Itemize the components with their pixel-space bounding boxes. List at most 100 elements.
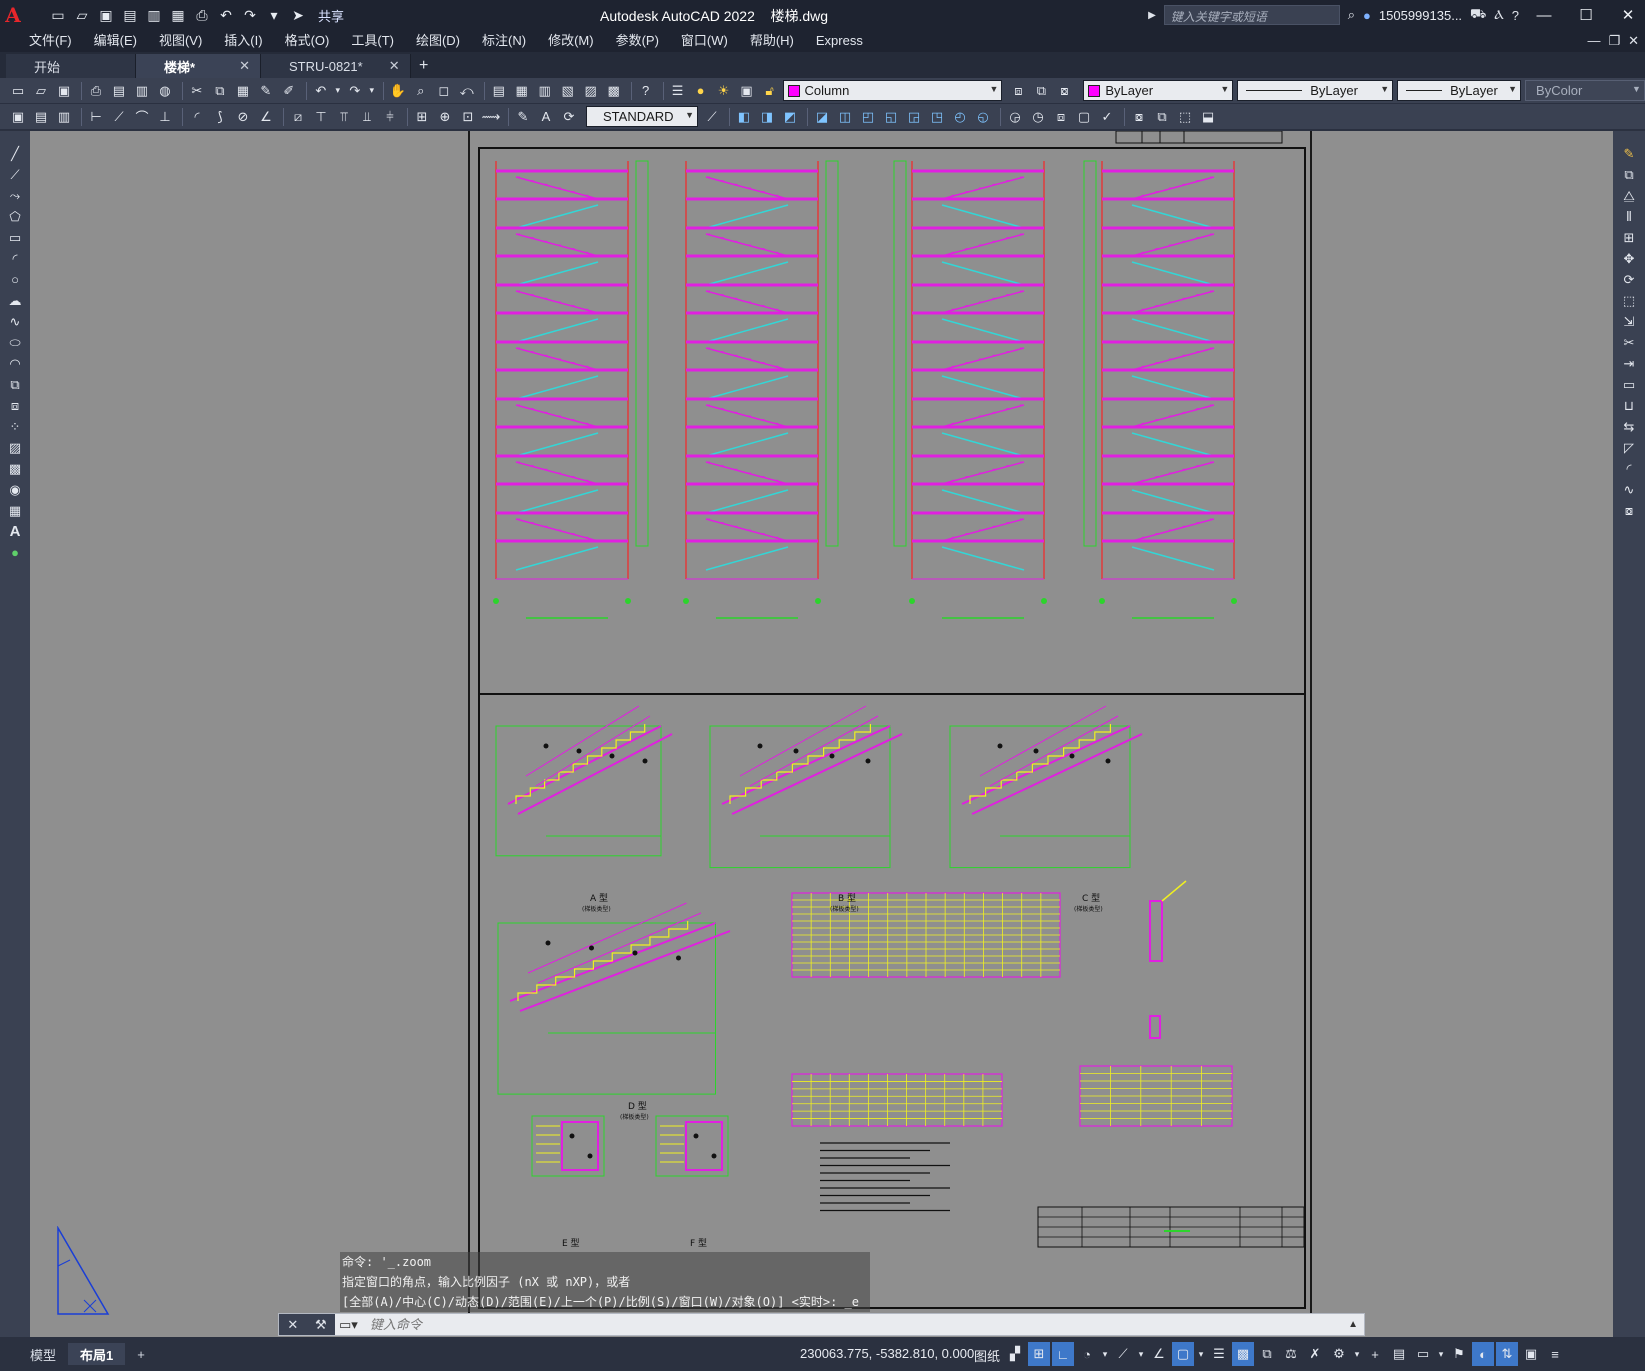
autodesk-a360-icon[interactable]: Ⲁ <box>1494 7 1503 23</box>
slice-icon[interactable]: ⧇ <box>1129 107 1149 127</box>
clean-screen-icon[interactable]: ⇅ <box>1496 1342 1518 1366</box>
shell-icon[interactable]: ▢ <box>1074 107 1094 127</box>
properties-icon[interactable]: ▤ <box>489 81 509 101</box>
insert-block-icon[interactable]: ⧉ <box>4 374 26 395</box>
fillet-icon[interactable]: ◜ <box>1618 458 1640 479</box>
table-icon[interactable]: ▦ <box>4 500 26 521</box>
undo-icon[interactable]: ↶ <box>216 5 236 25</box>
menu-file[interactable]: 文件(F) <box>18 30 83 52</box>
plot-icon[interactable]: ⎙ <box>86 81 106 101</box>
tab-stru[interactable]: STRU-0821* ✕ <box>261 54 411 78</box>
imprint-icon[interactable]: ◶ <box>1005 107 1025 127</box>
save-icon[interactable]: ▣ <box>96 5 116 25</box>
section-icon[interactable]: ⧉ <box>1152 107 1172 127</box>
hatch-icon[interactable]: ▨ <box>4 437 26 458</box>
arc-length-icon[interactable]: ⌒ <box>132 107 152 127</box>
adjust-space-icon[interactable]: ▣ <box>8 107 28 127</box>
zoom-realtime-icon[interactable]: ⌕ <box>411 81 431 101</box>
layer-lock-icon[interactable]: 🔓︎ <box>760 81 780 101</box>
chamfer-icon[interactable]: ◸ <box>1618 437 1640 458</box>
polar-dropdown-icon[interactable]: ▾ <box>1100 1342 1110 1366</box>
dim-style-icon[interactable]: ⟋ <box>702 107 722 127</box>
expand-arrow-icon[interactable]: ▶ <box>1148 10 1156 21</box>
search-icon[interactable]: ⌕ <box>1348 7 1355 23</box>
dim-break-icon[interactable]: ⫩ <box>380 107 400 127</box>
annotation-monitor-icon[interactable]: + <box>1364 1342 1386 1366</box>
tab-layout1[interactable]: 布局1 <box>68 1343 126 1365</box>
baseline-dim-icon[interactable]: ⊤ <box>311 107 331 127</box>
cart-icon[interactable]: ⛟ <box>1470 6 1486 24</box>
move-icon[interactable]: ✥ <box>1618 248 1640 269</box>
autocad-logo[interactable]: A <box>0 0 26 30</box>
quick-properties-dropdown-icon[interactable]: ▾ <box>1436 1342 1446 1366</box>
open-folder-icon[interactable]: ▱ <box>72 5 92 25</box>
snap-mode-icon[interactable]: ∟ <box>1052 1342 1074 1366</box>
color-faces-icon[interactable]: ◵ <box>973 107 993 127</box>
lineweight-icon[interactable]: ☰ <box>1208 1342 1230 1366</box>
menu-format[interactable]: 格式(O) <box>274 30 341 52</box>
object-snap-tracking-icon[interactable]: ∠ <box>1148 1342 1170 1366</box>
rotate-icon[interactable]: ⟳ <box>1618 269 1640 290</box>
recent-commands-icon[interactable]: ▭▾ <box>335 1317 362 1333</box>
polygon-icon[interactable]: ⬠ <box>4 206 26 227</box>
graphics-performance-icon[interactable]: ◐ <box>1472 1342 1494 1366</box>
tab-model[interactable]: 模型 <box>18 1343 68 1365</box>
menu-window[interactable]: 窗口(W) <box>670 30 739 52</box>
intersect-icon[interactable]: ◩ <box>780 107 800 127</box>
menu-help[interactable]: 帮助(H) <box>739 30 805 52</box>
share-button[interactable]: 共享 <box>318 6 344 25</box>
minimize-button[interactable]: — <box>1527 0 1561 30</box>
scale-icon[interactable]: ⬚ <box>1618 290 1640 311</box>
redo-icon[interactable]: ↷ <box>240 5 260 25</box>
menu-edit[interactable]: 编辑(E) <box>83 30 148 52</box>
text-style-dropdown[interactable]: STANDARD ▼ <box>586 106 698 127</box>
polyline-icon[interactable]: ⤳ <box>4 185 26 206</box>
snap-grid-icon[interactable]: ⊞ <box>1028 1342 1050 1366</box>
delete-faces-icon[interactable]: ◱ <box>881 107 901 127</box>
maximize-button[interactable]: ☐ <box>1569 0 1603 30</box>
coordinates-readout[interactable]: 230063.775, -5382.810, 0.000 <box>800 1346 974 1361</box>
color-dropdown[interactable]: ByLayer ▼ <box>1083 80 1234 101</box>
match-properties-icon[interactable]: ✎ <box>256 81 276 101</box>
customize-qat-icon[interactable]: ▾ <box>264 5 284 25</box>
linear-dim-icon[interactable]: ⊢ <box>86 107 106 127</box>
menu-modify[interactable]: 修改(M) <box>537 30 605 52</box>
quickcalc-icon[interactable]: ▩ <box>604 81 624 101</box>
menu-parametric[interactable]: 参数(P) <box>605 30 670 52</box>
menu-dimension[interactable]: 标注(N) <box>471 30 537 52</box>
join-icon[interactable]: ⇆ <box>1618 416 1640 437</box>
blend-curves-icon[interactable]: ∿ <box>1618 479 1640 500</box>
add-selected-icon[interactable]: ● <box>4 542 26 563</box>
new-tab-button[interactable]: + <box>411 54 437 78</box>
close-window-button[interactable]: ✕ <box>1611 0 1645 30</box>
center-mark-icon[interactable]: ⊕ <box>435 107 455 127</box>
ordinate-dim-icon[interactable]: ⊥ <box>155 107 175 127</box>
ellipse-arc-icon[interactable]: ◠ <box>4 353 26 374</box>
export-icon[interactable]: ▦ <box>168 5 188 25</box>
help-icon[interactable]: ? <box>636 81 656 101</box>
adjust-space-3-icon[interactable]: ▥ <box>54 107 74 127</box>
copy-object-icon[interactable]: ⧉ <box>1618 164 1640 185</box>
layout-paper[interactable]: A 型 (梯板类型) B 型 (梯板类型) C 型 (梯板类型) D 型 (梯板… <box>468 131 1312 1314</box>
dim-text-edit-icon[interactable]: A <box>536 107 556 127</box>
dim-edit-icon[interactable]: ✎ <box>513 107 533 127</box>
tab-start[interactable]: 开始 <box>6 54 136 78</box>
region-icon[interactable]: ◉ <box>4 479 26 500</box>
rectangle-icon[interactable]: ▭ <box>4 227 26 248</box>
array-icon[interactable]: ⊞ <box>1618 227 1640 248</box>
help-icon[interactable]: ? <box>1512 8 1519 23</box>
close-tab-icon[interactable]: ✕ <box>389 58 400 74</box>
erase-icon[interactable]: ✎ <box>1618 143 1640 164</box>
undo-icon[interactable]: ↶ <box>311 81 331 101</box>
explode-icon[interactable]: ⧇ <box>1618 500 1640 521</box>
jogged-linear-icon[interactable]: ⟿ <box>481 107 501 127</box>
trim-icon[interactable]: ✂ <box>1618 332 1640 353</box>
save-icon[interactable]: ▣ <box>54 81 74 101</box>
clean-icon[interactable]: ◷ <box>1028 107 1048 127</box>
search-input[interactable]: 键入关键字或短语 <box>1163 5 1340 25</box>
doc-restore-button[interactable]: ❐ <box>1608 33 1620 49</box>
quick-dim-icon[interactable]: ⧄ <box>288 107 308 127</box>
layer-previous-icon[interactable]: ⧉ <box>1031 81 1051 101</box>
stretch-icon[interactable]: ⇲ <box>1618 311 1640 332</box>
redo-dropdown-icon[interactable]: ▾ <box>368 81 376 101</box>
